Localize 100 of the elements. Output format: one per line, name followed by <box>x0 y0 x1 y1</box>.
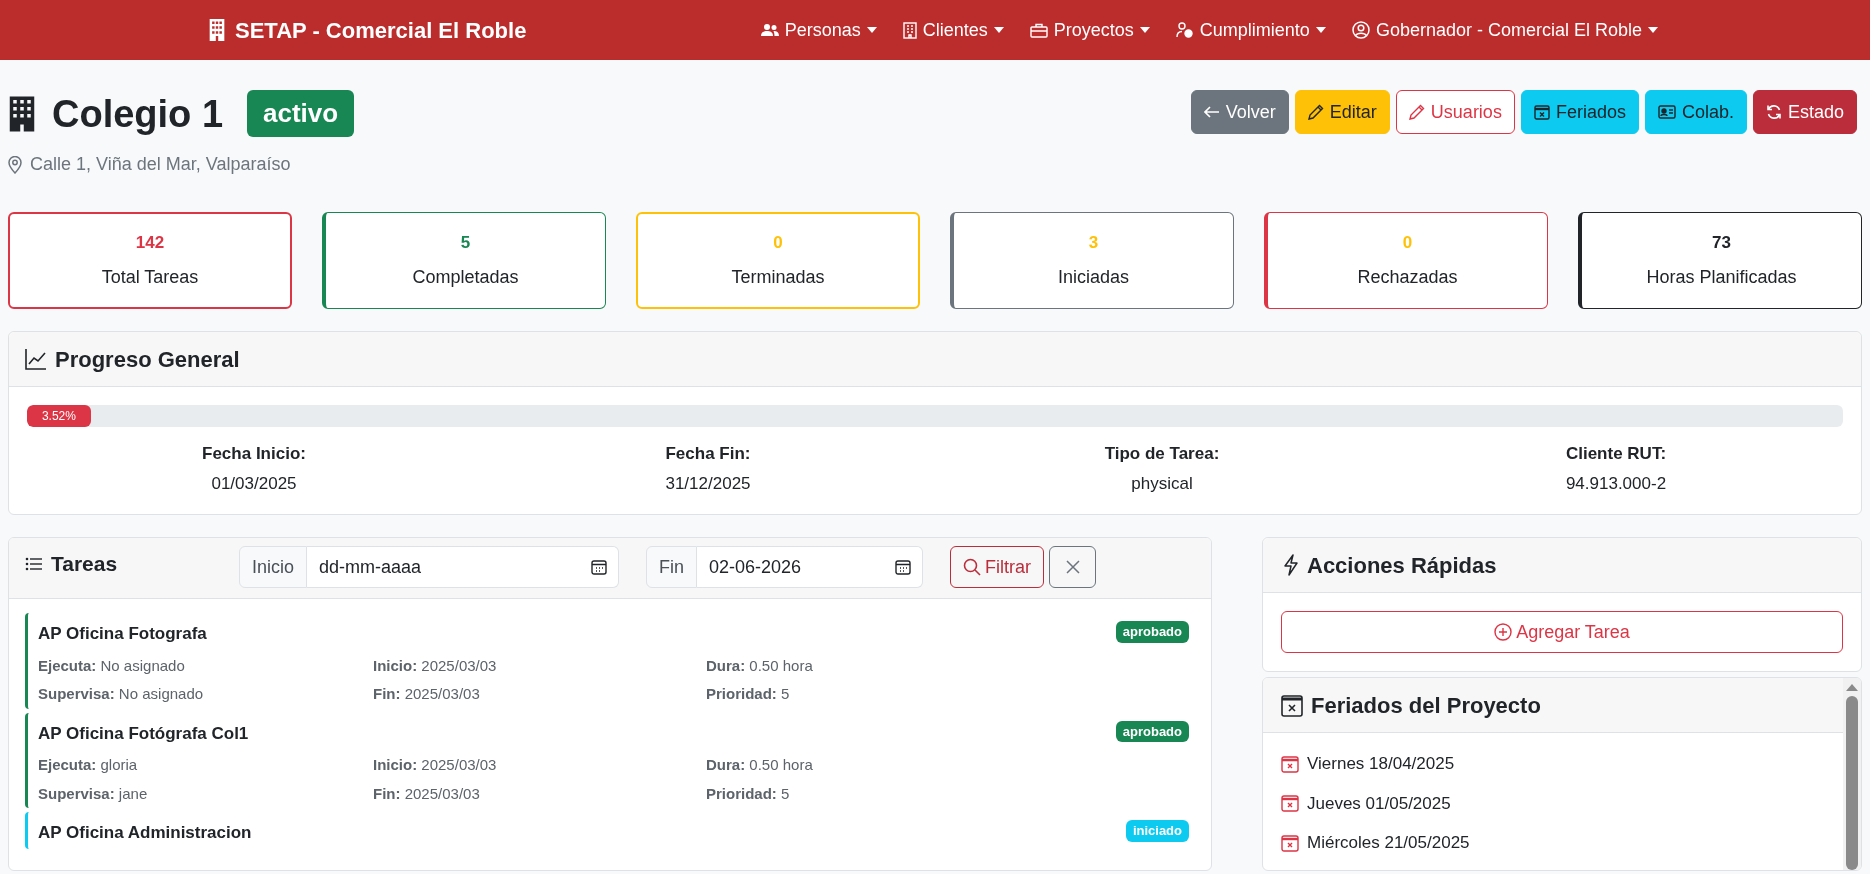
building-icon <box>207 19 227 41</box>
fact-value: 01/03/2025 <box>211 472 297 495</box>
add-task-button[interactable]: Agregar Tarea <box>1281 611 1843 653</box>
stat-value: 0 <box>1402 232 1413 255</box>
calendar-x-icon <box>1281 794 1299 813</box>
stat-label: Iniciadas <box>1057 265 1129 289</box>
task-item[interactable]: AP Oficina Administracion iniciado <box>25 812 1195 849</box>
caret-icon <box>866 27 877 33</box>
action-button[interactable]: Usuarios <box>1395 90 1515 134</box>
task-field: Dura: 0.50 hora <box>706 754 1189 777</box>
task-field: Supervisa: No asignado <box>38 683 373 706</box>
start-date-field[interactable]: dd-mm-aaaa <box>307 546 619 588</box>
nav-menu[interactable]: Cumplimiento <box>1175 16 1326 44</box>
plus-circle-icon <box>1494 623 1513 641</box>
card-title: Feriados del Proyecto <box>1311 691 1541 720</box>
task-field: Ejecuta: gloria <box>38 754 373 777</box>
task-name: AP Oficina Fotografa <box>38 623 207 645</box>
line-chart-icon <box>25 348 47 370</box>
people-icon <box>760 23 779 37</box>
action-button[interactable]: Editar <box>1294 90 1390 134</box>
progress-fill: 3.52% <box>27 405 91 427</box>
action-button[interactable]: Feriados <box>1520 90 1639 134</box>
filter-button[interactable]: Filtrar <box>950 546 1044 588</box>
user-circle-icon <box>1351 21 1370 39</box>
holiday-date: Viernes 18/04/2025 <box>1307 753 1455 775</box>
status-badge: iniciado <box>1125 820 1189 842</box>
caret-icon <box>1315 27 1326 33</box>
caret-icon <box>1648 27 1658 33</box>
calendar-x-icon <box>1533 104 1550 120</box>
briefcase-icon <box>1029 22 1048 38</box>
pencil-icon <box>1408 104 1425 120</box>
card-title: Tareas <box>51 551 118 577</box>
action-button[interactable]: Estado <box>1752 90 1857 134</box>
building-icon <box>902 21 917 39</box>
task-item[interactable]: AP Oficina Fotografa aprobado Ejecuta: No asignado Inicio: 2025/03/03 Dura: 0.50 hora Supervisa: No asignado Fin: 2025/03/03 Prioridad: 5 <box>25 613 1195 709</box>
status-badge: aprobado <box>1115 621 1189 643</box>
stat-label: Rechazadas <box>1357 265 1458 289</box>
task-name: AP Oficina Fotógrafa Col1 <box>38 722 249 745</box>
action-button[interactable]: Volver <box>1190 90 1289 134</box>
person-check-icon <box>1175 22 1194 38</box>
task-field: Fin: 2025/03/03 <box>373 782 706 805</box>
brand-link[interactable]: SETAP - Comercial El Roble <box>235 13 527 47</box>
field-label: Inicio <box>239 546 308 588</box>
task-field: Fin: 2025/03/03 <box>373 683 706 706</box>
card-title: Progreso General <box>55 345 240 374</box>
fact-value: physical <box>1131 472 1193 495</box>
status-badge: aprobado <box>1115 720 1189 742</box>
caret-icon <box>1139 27 1150 33</box>
stat-label: Terminadas <box>731 265 825 289</box>
task-field: Inicio: 2025/03/03 <box>373 654 706 677</box>
end-date-field[interactable]: 02-06-2026 <box>697 546 923 588</box>
holiday-date: Jueves 01/05/2025 <box>1307 792 1451 815</box>
status-badge: activo <box>247 90 355 137</box>
stat-value: 3 <box>1088 232 1099 255</box>
nav-menu[interactable]: Proyectos <box>1029 16 1150 44</box>
stat-value: 5 <box>460 232 471 255</box>
task-field: Ejecuta: No asignado <box>38 654 373 677</box>
scroll-up-arrow-icon[interactable] <box>1845 682 1859 692</box>
arrow-left-icon <box>1203 106 1220 118</box>
task-item[interactable]: AP Oficina Fotógrafa Col1 aprobado Ejecuta: gloria Inicio: 2025/03/03 Dura: 0.50 hora Supervisa: jane Fin: 2025/03/03 Prioridad: 5 <box>25 712 1195 808</box>
building-icon <box>8 95 36 132</box>
holiday-date: Miércoles 21/05/2025 <box>1307 832 1470 854</box>
task-name: AP Oficina Administracion <box>38 822 252 844</box>
action-button[interactable]: Colab. <box>1644 90 1747 134</box>
list-icon <box>25 555 43 572</box>
calendar-x-icon <box>1281 693 1303 717</box>
stat-label: Horas Planificadas <box>1646 265 1797 289</box>
fact-label: Fecha Inicio: <box>202 443 306 465</box>
stat-label: Completadas <box>412 265 519 289</box>
stat-label: Total Tareas <box>101 265 199 289</box>
calendar-x-icon <box>1281 754 1299 773</box>
calendar-icon[interactable] <box>895 559 911 575</box>
calendar-icon[interactable] <box>591 559 607 575</box>
nav-menu[interactable]: Personas <box>760 16 877 44</box>
location-pin-icon <box>8 155 22 174</box>
fact-value: 94.913.000-2 <box>1565 472 1667 495</box>
stat-value: 0 <box>773 232 783 255</box>
close-icon <box>1064 559 1081 575</box>
fact-value: 31/12/2025 <box>665 472 751 495</box>
task-field: Dura: 0.50 hora <box>706 654 1189 677</box>
calendar-x-icon <box>1281 833 1299 852</box>
scrollbar[interactable] <box>1843 678 1861 870</box>
fact-label: Cliente RUT: <box>1565 443 1667 465</box>
stat-value: 73 <box>1712 232 1731 255</box>
task-field: Prioridad: 5 <box>706 782 1189 805</box>
nav-menu[interactable]: Clientes <box>902 16 1004 44</box>
nav-menu[interactable]: Gobernador - Comercial El Roble <box>1351 16 1658 44</box>
address-text: Calle 1, Viña del Mar, Valparaíso <box>30 153 291 176</box>
task-field: Inicio: 2025/03/03 <box>373 754 706 777</box>
search-icon <box>963 558 981 576</box>
task-field: Supervisa: jane <box>38 782 373 805</box>
project-title: Colegio 1 <box>52 94 224 133</box>
refresh-icon <box>1765 104 1782 120</box>
clear-button[interactable] <box>1049 546 1096 588</box>
id-card-icon <box>1657 105 1676 119</box>
task-field: Prioridad: 5 <box>706 683 1189 706</box>
fact-label: Tipo de Tarea: <box>1104 443 1220 465</box>
caret-icon <box>993 27 1004 33</box>
stat-value: 142 <box>135 232 165 255</box>
fact-label: Fecha Fin: <box>665 443 751 465</box>
